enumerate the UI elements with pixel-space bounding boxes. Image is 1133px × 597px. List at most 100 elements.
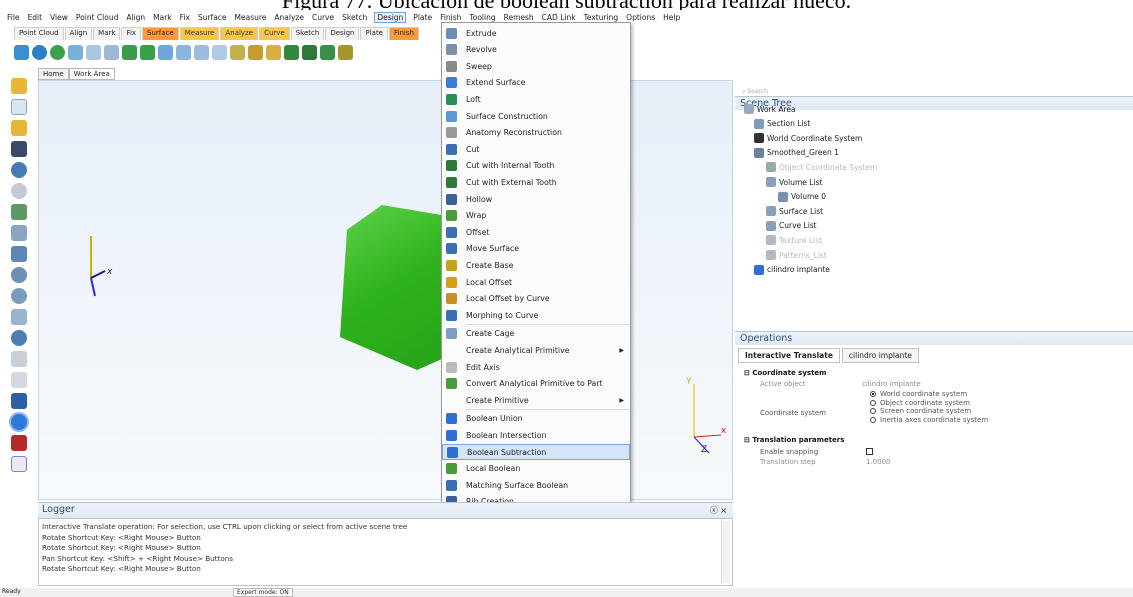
menu-item-cut[interactable]: Cut	[442, 141, 630, 157]
ribbon-tab-measure[interactable]: Measure	[179, 27, 220, 40]
menu-view[interactable]: View	[49, 12, 69, 23]
menu-texturing[interactable]: Texturing	[583, 12, 620, 23]
tree-item-surface-list[interactable]: Surface List	[766, 206, 823, 217]
plane-icon[interactable]	[212, 44, 227, 60]
menu-item-create-primitive[interactable]: Create Primitive ▶	[442, 392, 630, 408]
ribbon-tab-point-cloud[interactable]: Point Cloud	[14, 27, 64, 40]
menu-align[interactable]: Align	[125, 12, 146, 23]
menu-analyze[interactable]: Analyze	[273, 12, 305, 23]
translation-section[interactable]: ⊟ Translation parameters	[744, 436, 844, 444]
new-document-icon[interactable]	[11, 99, 27, 115]
menu-curve[interactable]: Curve	[311, 12, 335, 23]
move-icon[interactable]	[11, 225, 27, 241]
search-icon-field[interactable]: ⌕ Search	[742, 88, 768, 96]
cube-view-icon[interactable]	[11, 393, 27, 409]
menu-item-sweep[interactable]: Sweep	[442, 58, 630, 74]
coord-option-3[interactable]: Inertia axes coordinate system	[870, 416, 988, 424]
menu-surface[interactable]: Surface	[197, 12, 228, 23]
tree-item-volume-list[interactable]: Volume List	[766, 177, 822, 187]
ribbon-tab-mark[interactable]: Mark	[93, 27, 121, 40]
curve-icon[interactable]	[176, 44, 191, 60]
tree-item-texture-list[interactable]: Texture List	[766, 235, 822, 246]
menu-item-morphing-to-curve[interactable]: Morphing to Curve	[442, 307, 630, 323]
menu-item-local-offset-by-curve[interactable]: Local Offset by Curve	[442, 291, 630, 307]
menu-item-create-base[interactable]: Create Base	[442, 257, 630, 273]
tree-item-cilindro-implante[interactable]: cilindro implante	[754, 264, 830, 275]
tree-item-curve-list[interactable]: Curve List	[766, 220, 817, 231]
menu-cad-link[interactable]: CAD Link	[541, 12, 577, 23]
undo-icon[interactable]	[11, 162, 27, 178]
zoom-icon[interactable]	[11, 267, 27, 283]
ops-tab-cilindro-implante[interactable]: cilindro implante	[841, 348, 919, 363]
zoom-fit-icon[interactable]	[11, 288, 27, 304]
globe-icon[interactable]	[32, 44, 47, 60]
menu-item-revolve[interactable]: Revolve	[442, 42, 630, 58]
menu-remesh[interactable]: Remesh	[503, 12, 535, 23]
rotate-icon[interactable]	[11, 246, 27, 262]
menu-item-edit-axis[interactable]: Edit Axis	[442, 359, 630, 375]
ribbon-tab-align[interactable]: Align	[64, 27, 93, 40]
menu-sketch[interactable]: Sketch	[341, 12, 368, 23]
sketch-icon[interactable]	[194, 44, 209, 60]
section-icon[interactable]	[230, 44, 245, 60]
menu-finish[interactable]: Finish	[439, 12, 462, 23]
menu-fix[interactable]: Fix	[179, 12, 191, 23]
enable-snapping-checkbox[interactable]	[866, 447, 873, 455]
open-icon[interactable]	[11, 120, 27, 136]
remesh-icon[interactable]	[320, 44, 335, 60]
menu-item-create-cage[interactable]: Create Cage	[442, 326, 630, 342]
design-icon[interactable]	[248, 44, 263, 60]
menu-item-anatomy-reconstruction[interactable]: Anatomy Reconstruction	[442, 125, 630, 141]
menu-item-extend-surface[interactable]: Extend Surface	[442, 75, 630, 91]
menu-plate[interactable]: Plate	[412, 12, 433, 23]
expert-mode-badge[interactable]: Expert mode: ON	[233, 588, 293, 597]
menu-item-wrap[interactable]: Wrap	[442, 208, 630, 224]
tree-item-patterns-list[interactable]: Patterns_List	[766, 250, 827, 260]
menu-item-local-offset[interactable]: Local Offset	[442, 274, 630, 290]
globe-green-icon[interactable]	[50, 44, 65, 60]
mark-icon[interactable]	[122, 44, 137, 60]
menu-file[interactable]: File	[6, 12, 21, 23]
tree-item-work-area[interactable]: Work Area	[744, 104, 796, 114]
menu-item-boolean-intersection[interactable]: Boolean Intersection	[442, 427, 630, 443]
menu-help[interactable]: Help	[662, 12, 681, 23]
ribbon-tab-analyze[interactable]: Analyze	[220, 27, 259, 40]
ribbon-tab-design[interactable]: Design	[325, 27, 360, 40]
ribbon-tab-fix[interactable]: Fix	[121, 27, 142, 40]
menu-item-move-surface[interactable]: Move Surface	[442, 241, 630, 257]
menu-design[interactable]: Design	[374, 11, 407, 23]
menu-item-loft[interactable]: Loft	[442, 91, 630, 107]
viewport-tab-home[interactable]: Home	[38, 68, 69, 80]
tooling-icon[interactable]	[302, 44, 317, 60]
redo-icon[interactable]	[11, 183, 27, 199]
menu-item-hollow[interactable]: Hollow	[442, 191, 630, 207]
menu-mark[interactable]: Mark	[152, 12, 173, 23]
hand-icon[interactable]	[11, 309, 27, 325]
surface-icon[interactable]	[158, 44, 173, 60]
finish-icon[interactable]	[284, 44, 299, 60]
measure-icon[interactable]	[86, 44, 101, 60]
plate-icon[interactable]	[266, 44, 281, 60]
ops-tab-interactive-translate[interactable]: Interactive Translate	[738, 348, 840, 363]
menu-item-extrude[interactable]: Extrude	[442, 25, 630, 41]
fix-icon[interactable]	[140, 44, 155, 60]
menu-item-cut-with-internal-tooth[interactable]: Cut with Internal Tooth	[442, 158, 630, 174]
menu-options[interactable]: Options	[625, 12, 656, 23]
ribbon-tab-surface[interactable]: Surface	[142, 27, 179, 40]
tree-item-volume-0[interactable]: Volume 0	[778, 191, 826, 202]
viewport-tab-work-area[interactable]: Work Area	[68, 68, 115, 80]
align-icon[interactable]	[104, 44, 119, 60]
menu-item-convert-analytical-primitive-to-part[interactable]: Convert Analytical Primitive to Part	[442, 376, 630, 392]
select-icon[interactable]	[11, 204, 27, 220]
ribbon-tab-plate[interactable]: Plate	[360, 27, 388, 40]
tool-icon[interactable]	[68, 44, 83, 60]
coord-option-0[interactable]: World coordinate system	[870, 390, 967, 398]
red-cube-icon[interactable]	[11, 435, 27, 451]
ribbon-tab-sketch[interactable]: Sketch	[290, 27, 325, 40]
coord-option-1[interactable]: Object coordinate system	[870, 399, 970, 407]
new-icon[interactable]	[14, 44, 29, 60]
menu-tooling[interactable]: Tooling	[468, 12, 496, 23]
open-folder-icon[interactable]	[11, 78, 27, 94]
coord-section[interactable]: ⊟ Coordinate system	[744, 369, 826, 377]
save-icon[interactable]	[11, 141, 27, 157]
